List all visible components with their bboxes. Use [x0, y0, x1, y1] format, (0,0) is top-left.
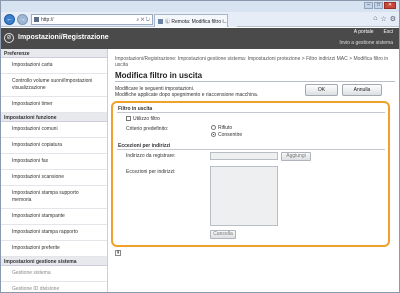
use-filter-label: Utilizzo filtro: [133, 116, 160, 122]
main-content: Impostazioni/Registrazione: Impostazioni…: [109, 49, 399, 292]
address-bar: ← → http:// ⌕ ✕ ↻ Ⓛ Remota: Modifica fil…: [1, 12, 399, 27]
title-bar: – □ ✕: [1, 1, 399, 12]
settings-logo-icon: ⊘: [4, 33, 14, 43]
exception-addresses-list[interactable]: [210, 166, 278, 226]
close-button[interactable]: ✕: [384, 2, 396, 9]
tab-favicon-icon: [158, 18, 163, 24]
sidebar-section-preferences: Preferenze: [1, 49, 107, 58]
url-text: http://: [41, 16, 54, 23]
favorites-icon[interactable]: ☆: [380, 15, 386, 23]
use-filter-checkbox[interactable]: [126, 116, 131, 121]
tab-title: Ⓛ Remota: Modifica filtro i...: [165, 18, 228, 25]
browser-tab[interactable]: Ⓛ Remota: Modifica filtro i... ×: [154, 14, 228, 27]
exceptions-divider: [117, 149, 385, 150]
policy-allow-radio[interactable]: [211, 132, 216, 137]
portal-link[interactable]: A portale: [354, 29, 374, 35]
home-icon[interactable]: ⌂: [373, 15, 377, 23]
back-button[interactable]: ←: [4, 14, 15, 25]
mac-address-input[interactable]: [210, 152, 278, 160]
policy-reject-radio[interactable]: [211, 125, 216, 130]
url-input[interactable]: http:// ⌕ ✕ ↻: [31, 14, 153, 25]
logout-link[interactable]: Esci: [384, 29, 393, 35]
url-actions-icons[interactable]: ⌕ ✕ ↻: [136, 17, 150, 23]
breadcrumb: Impostazioni/Registrazione: Impostazioni…: [115, 56, 389, 68]
delete-button[interactable]: Cancella: [210, 230, 236, 239]
sidebar-item-report-print[interactable]: Impostazioni stampa rapporto: [1, 225, 107, 241]
sidebar-item-common[interactable]: Impostazioni comuni: [1, 122, 107, 138]
notice-text: Modificare le seguenti impostazioni. Mod…: [115, 86, 258, 98]
sidebar-item-volume-display[interactable]: Controllo volume suoni/Impostazioni visu…: [1, 74, 107, 97]
page-title: Modifica filtro in uscita: [115, 71, 203, 80]
page-icon: [34, 17, 39, 22]
forward-button[interactable]: →: [17, 14, 28, 25]
app-title: Impostazioni/Registrazione: [18, 34, 109, 41]
sidebar-item-scan[interactable]: Impostazioni scansione: [1, 170, 107, 186]
title-divider: [115, 81, 395, 82]
sidebar-section-function: Impostazioni funzione: [1, 113, 107, 122]
default-policy-label: Criterio predefinito:: [126, 126, 169, 132]
sidebar: Preferenze Impostazioni carta Controllo …: [1, 49, 108, 292]
sidebar-item-favorites[interactable]: Impostazioni preferite: [1, 241, 107, 257]
scroll-to-top-icon[interactable]: ⇞: [115, 250, 121, 256]
user-status: Invio a gestione sistema: [339, 40, 393, 46]
maximize-button[interactable]: □: [374, 2, 383, 9]
sidebar-item-memory-print[interactable]: Impostazioni stampa supporto memoria: [1, 186, 107, 209]
policy-reject-label: Rifiuto: [218, 125, 233, 131]
sidebar-item-copy[interactable]: Impostazioni copiatura: [1, 138, 107, 154]
minimize-button[interactable]: –: [364, 2, 373, 9]
sidebar-item-system-management[interactable]: Gestione sistema: [1, 266, 107, 282]
notice-line-2: Modifiche applicate dopo spegnimento e r…: [115, 92, 259, 98]
sidebar-item-timer[interactable]: Impostazioni timer: [1, 97, 107, 113]
ok-button[interactable]: OK: [305, 84, 338, 96]
browser-tools: ⌂ ☆ ⚙: [373, 15, 396, 23]
policy-allow-label: Consentire: [218, 132, 243, 138]
exception-addresses-label: Eccezioni per indirizzi:: [126, 169, 176, 175]
add-button[interactable]: Aggiungi: [281, 152, 311, 161]
cancel-button[interactable]: Annulla: [342, 84, 382, 96]
section-divider: [117, 112, 385, 113]
app-header: ⊘ Impostazioni/Registrazione A portale E…: [1, 28, 399, 49]
new-tab-button[interactable]: [229, 14, 237, 27]
sidebar-section-system: Impostazioni gestione sistema: [1, 257, 107, 266]
browser-window: – □ ✕ ← → http:// ⌕ ✕ ↻ Ⓛ Remota: Modifi…: [0, 0, 400, 293]
settings-gear-icon[interactable]: ⚙: [390, 15, 396, 23]
header-links: A portale Esci: [354, 29, 393, 35]
sidebar-item-fax[interactable]: Impostazioni fax: [1, 154, 107, 170]
address-to-register-label: Indirizzo da registrare:: [126, 153, 176, 159]
sidebar-item-printer[interactable]: Impostazioni stampante: [1, 209, 107, 225]
window-controls: – □ ✕: [364, 2, 396, 9]
sidebar-item-paper[interactable]: Impostazioni carta: [1, 58, 107, 74]
sidebar-item-department-id[interactable]: Gestione ID divisione: [1, 282, 107, 292]
